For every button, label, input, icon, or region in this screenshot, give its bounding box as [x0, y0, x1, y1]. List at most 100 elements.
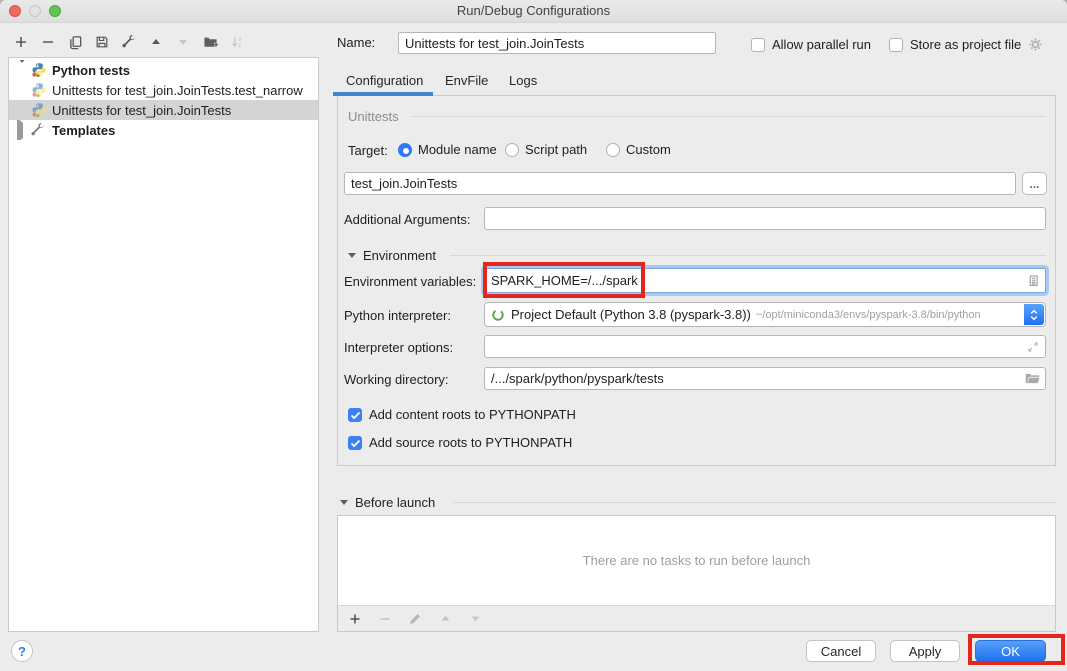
add-content-roots-row: Add content roots to PYTHONPATH	[348, 407, 576, 422]
target-label: Target:	[348, 142, 388, 160]
environment-variables-field	[484, 268, 1046, 293]
cancel-button[interactable]: Cancel	[806, 640, 876, 662]
unittests-group-title: Unittests	[348, 108, 399, 126]
script-path-radio[interactable]	[505, 143, 519, 157]
allow-parallel-run-checkbox[interactable]	[751, 38, 765, 52]
move-task-down-icon[interactable]	[466, 609, 484, 629]
python-interpreter-label: Python interpreter:	[344, 307, 451, 325]
additional-arguments-label: Additional Arguments:	[344, 211, 470, 229]
title-bar: Run/Debug Configurations	[0, 0, 1067, 23]
target-option-module-name: Module name	[398, 142, 497, 157]
working-directory-input[interactable]	[484, 367, 1046, 390]
before-launch-collapse-icon[interactable]	[340, 500, 348, 505]
edit-pencil-icon[interactable]	[406, 609, 424, 629]
store-as-project-file-row: Store as project file	[889, 37, 1043, 52]
help-button[interactable]: ?	[11, 640, 33, 662]
custom-radio[interactable]	[606, 143, 620, 157]
copy-icon[interactable]	[66, 32, 84, 52]
expand-field-icon[interactable]	[1026, 340, 1040, 354]
script-path-label: Script path	[525, 142, 587, 157]
target-option-script-path: Script path	[505, 142, 587, 157]
tree-item-unittests-jointests-selected[interactable]: Unittests for test_join.JoinTests	[9, 100, 318, 120]
folder-icon[interactable]	[1024, 372, 1040, 386]
configurations-toolbar: az	[12, 31, 246, 53]
remove-icon[interactable]	[39, 32, 57, 52]
allow-parallel-run-label: Allow parallel run	[772, 37, 871, 52]
interpreter-path: ~/opt/miniconda3/envs/pyspark-3.8/bin/py…	[756, 309, 1045, 321]
tab-logs[interactable]: Logs	[509, 71, 537, 89]
add-icon[interactable]	[12, 32, 30, 52]
python-tests-icon	[31, 62, 47, 78]
interpreter-options-label: Interpreter options:	[344, 339, 453, 357]
before-launch-divider	[453, 502, 1056, 503]
module-name-radio[interactable]	[398, 143, 412, 157]
move-up-icon[interactable]	[147, 32, 165, 52]
edit-templates-wrench-icon[interactable]	[120, 32, 138, 52]
add-content-roots-checkbox[interactable]	[348, 408, 362, 422]
sort-alphabetically-icon[interactable]: az	[228, 32, 246, 52]
window-title: Run/Debug Configurations	[0, 0, 1067, 22]
tree-item-label: Templates	[52, 123, 115, 138]
environment-section-divider	[450, 255, 1046, 256]
add-source-roots-checkbox[interactable]	[348, 436, 362, 450]
python-interpreter-combo[interactable]: Project Default (Python 3.8 (pyspark-3.8…	[484, 302, 1046, 327]
additional-arguments-input[interactable]	[484, 207, 1046, 230]
chevron-down-icon[interactable]	[17, 63, 27, 78]
configurations-tree: Python tests Unittests for test_join.Joi…	[8, 57, 319, 632]
name-label: Name:	[337, 34, 375, 52]
environment-variables-input[interactable]	[484, 268, 1046, 293]
save-icon[interactable]	[93, 32, 111, 52]
tree-item-label: Unittests for test_join.JoinTests.test_n…	[52, 83, 303, 98]
unittests-group-divider	[412, 116, 1046, 117]
add-source-roots-label: Add source roots to PYTHONPATH	[369, 435, 572, 450]
tree-item-templates[interactable]: Templates	[9, 120, 318, 140]
svg-text:a: a	[238, 37, 242, 43]
interpreter-dropdown-button[interactable]	[1024, 304, 1044, 325]
working-directory-label: Working directory:	[344, 371, 449, 389]
environment-variables-label: Environment variables:	[344, 273, 476, 291]
interpreter-env-icon	[491, 308, 505, 322]
python-test-icon	[31, 102, 47, 118]
tree-item-label: Python tests	[52, 63, 130, 78]
custom-label: Custom	[626, 142, 671, 157]
move-down-icon[interactable]	[174, 32, 192, 52]
move-task-up-icon[interactable]	[436, 609, 454, 629]
before-launch-toolbar	[338, 605, 1055, 631]
add-source-roots-row: Add source roots to PYTHONPATH	[348, 435, 572, 450]
store-as-project-file-label: Store as project file	[910, 37, 1021, 52]
interpreter-options-field	[484, 335, 1046, 358]
target-option-custom: Custom	[606, 142, 671, 157]
tab-configuration[interactable]: Configuration	[346, 71, 423, 89]
module-name-input[interactable]	[344, 172, 1016, 195]
browse-button[interactable]: ...	[1022, 172, 1047, 195]
before-launch-section-title: Before launch	[355, 494, 435, 512]
store-as-project-file-checkbox[interactable]	[889, 38, 903, 52]
tree-item-python-tests[interactable]: Python tests	[9, 60, 318, 80]
wrench-icon	[31, 122, 47, 138]
tree-item-unittests-test-narrow[interactable]: Unittests for test_join.JoinTests.test_n…	[9, 80, 318, 100]
env-vars-list-icon[interactable]	[1026, 274, 1040, 288]
run-debug-configurations-dialog: Run/Debug Configurations az	[0, 0, 1067, 671]
tab-envfile[interactable]: EnvFile	[445, 71, 488, 89]
tree-item-label: Unittests for test_join.JoinTests	[52, 103, 231, 118]
ok-button[interactable]: OK	[975, 640, 1046, 662]
interpreter-options-input[interactable]	[484, 335, 1046, 358]
environment-collapse-icon[interactable]	[348, 253, 356, 258]
before-launch-task-list: There are no tasks to run before launch	[337, 515, 1056, 632]
apply-button[interactable]: Apply	[890, 640, 960, 662]
new-folder-icon[interactable]	[201, 32, 219, 52]
working-directory-field	[484, 367, 1046, 390]
svg-text:z: z	[238, 43, 241, 49]
python-test-icon	[31, 82, 47, 98]
add-task-icon[interactable]	[346, 609, 364, 629]
allow-parallel-run-row: Allow parallel run	[751, 37, 871, 52]
add-content-roots-label: Add content roots to PYTHONPATH	[369, 407, 576, 422]
chevron-right-icon[interactable]	[17, 123, 27, 138]
active-tab-underline	[333, 92, 433, 96]
module-name-label: Module name	[418, 142, 497, 157]
remove-task-icon[interactable]	[376, 609, 394, 629]
before-launch-empty-text: There are no tasks to run before launch	[338, 516, 1055, 605]
name-input[interactable]	[398, 32, 716, 54]
gear-icon[interactable]	[1028, 37, 1043, 52]
interpreter-value: Project Default (Python 3.8 (pyspark-3.8…	[511, 307, 751, 322]
